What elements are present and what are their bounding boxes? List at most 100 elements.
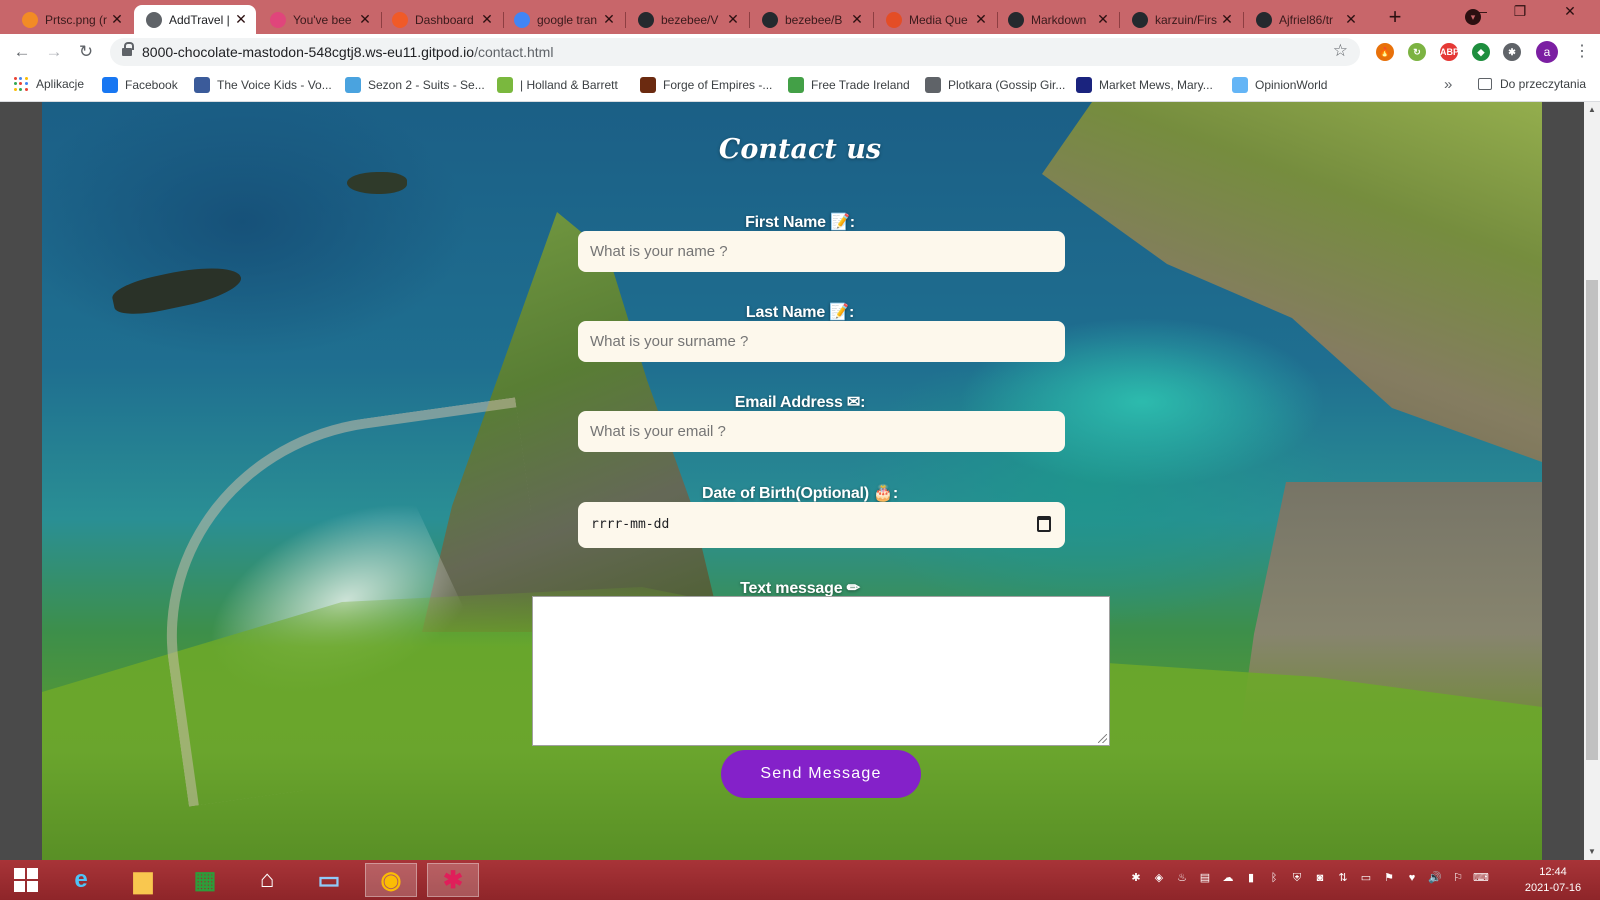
heart-tray-icon[interactable]: ♥	[1404, 870, 1420, 886]
taskbar-clock[interactable]: 12:44 2021-07-16	[1516, 864, 1590, 896]
bookmark-favicon-icon	[102, 77, 118, 93]
language-tray-icon[interactable]: ⌨	[1473, 870, 1489, 886]
tab-close-icon[interactable]: ✕	[1344, 11, 1358, 28]
bookmark-item[interactable]: Plotkara (Gossip Gir...	[925, 77, 1065, 93]
tab-close-icon[interactable]: ✕	[850, 11, 864, 28]
page-scrollbar[interactable]: ▲ ▼	[1584, 102, 1600, 860]
browser-tab[interactable]: google tran ✕	[502, 5, 624, 34]
tab-close-icon[interactable]: ✕	[358, 11, 372, 28]
tab-close-icon[interactable]: ✕	[974, 11, 988, 28]
first-name-input[interactable]	[578, 231, 1065, 272]
bookmark-label: Market Mews, Mary...	[1099, 78, 1213, 92]
chrome-taskbar-button[interactable]: ◉	[365, 863, 417, 897]
email-label: Email Address ✉:	[734, 394, 866, 411]
adblock-extension-icon[interactable]: ABP	[1440, 43, 1459, 61]
tab-close-icon[interactable]: ✕	[110, 11, 124, 28]
calendar-icon[interactable]	[1037, 516, 1051, 532]
bookmark-favicon-icon	[788, 77, 804, 93]
tab-close-icon[interactable]: ✕	[602, 11, 616, 28]
address-bar[interactable]: 8000-chocolate-mastodon-548cgtj8.ws-eu11…	[110, 38, 1360, 66]
browser-tab[interactable]: Dashboard ✕	[380, 5, 502, 34]
fire-extension-icon[interactable]: 🔥	[1376, 43, 1394, 61]
browser-tab[interactable]: Markdown ✕	[996, 5, 1118, 34]
minimize-button[interactable]: —	[1465, 3, 1495, 19]
dob-date-input[interactable]: rrrr-mm-dd	[578, 502, 1065, 548]
tab-close-icon[interactable]: ✕	[1220, 11, 1234, 28]
reload-icon[interactable]: ↻	[75, 41, 97, 63]
slack-tray-icon[interactable]: ✱	[1128, 870, 1144, 886]
store-taskbar-button[interactable]: ▦	[179, 863, 231, 897]
browser-tab[interactable]: AddTravel | ✕	[134, 5, 256, 34]
browser-tab[interactable]: karzuin/Firs ✕	[1120, 5, 1242, 34]
bookmark-item[interactable]: Facebook	[102, 77, 178, 93]
slack-taskbar-button[interactable]: ✱	[427, 863, 479, 897]
monitor-taskbar-button[interactable]: ▭	[303, 863, 355, 897]
apps-shortcut[interactable]: Aplikacje	[14, 77, 84, 91]
puzzle-extension-icon[interactable]: ✱	[1503, 43, 1521, 61]
reading-list-button[interactable]: Do przeczytania	[1478, 77, 1586, 91]
action-center-icon[interactable]: ⚐	[1450, 870, 1466, 886]
profile-avatar[interactable]: a	[1536, 41, 1558, 63]
browser-tab[interactable]: Ajfriel86/tr ✕	[1244, 5, 1366, 34]
tab-close-icon[interactable]: ✕	[234, 11, 248, 28]
back-arrow-icon[interactable]: ←	[11, 41, 33, 63]
home-icon: ⌂	[259, 866, 275, 893]
scroll-up-arrow-icon[interactable]: ▲	[1584, 102, 1600, 118]
shield-tray-icon[interactable]: ◈	[1151, 870, 1167, 886]
bookmark-item[interactable]: The Voice Kids - Vo...	[194, 77, 332, 93]
flag-tray-icon[interactable]: ⚑	[1381, 870, 1397, 886]
bookmark-star-icon[interactable]: ☆	[1333, 41, 1348, 61]
lock-icon[interactable]	[122, 42, 134, 57]
signal-tray-icon[interactable]: ▮	[1243, 870, 1259, 886]
network-tray-icon[interactable]: ⇅	[1335, 870, 1351, 886]
cloud-tray-icon[interactable]: ☁	[1220, 870, 1236, 886]
tab-favicon-icon	[22, 11, 38, 28]
url-text[interactable]: 8000-chocolate-mastodon-548cgtj8.ws-eu11…	[142, 44, 553, 60]
bookmark-item[interactable]: Free Trade Ireland	[788, 77, 910, 93]
bookmark-item[interactable]: OpinionWorld	[1232, 77, 1327, 93]
security-tray-icon[interactable]: ⛨	[1289, 870, 1305, 886]
file-explorer-taskbar-button[interactable]: ▆	[117, 863, 169, 897]
loop-extension-icon[interactable]: ↻	[1408, 43, 1426, 61]
scroll-down-arrow-icon[interactable]: ▼	[1584, 844, 1600, 860]
bookmark-item[interactable]: Market Mews, Mary...	[1076, 77, 1213, 93]
browser-tab[interactable]: Media Que ✕	[874, 5, 996, 34]
browser-tab[interactable]: bezebee/V ✕	[626, 5, 748, 34]
bookmark-item[interactable]: | Holland & Barrett	[497, 77, 618, 93]
restore-button[interactable]: ❐	[1505, 3, 1535, 20]
last-name-input[interactable]	[578, 321, 1065, 362]
tab-close-icon[interactable]: ✕	[726, 11, 740, 28]
tab-close-icon[interactable]: ✕	[1096, 11, 1110, 28]
home-taskbar-button[interactable]: ⌂	[241, 863, 293, 897]
browser-tab[interactable]: Prtsc.png (r ✕	[10, 5, 132, 34]
forward-arrow-icon[interactable]: →	[43, 41, 65, 63]
message-textarea[interactable]	[532, 596, 1110, 746]
battery-tray-icon[interactable]: ▭	[1358, 870, 1374, 886]
tab-favicon-icon	[392, 11, 408, 28]
resize-grip-icon[interactable]	[1098, 734, 1107, 743]
tab-favicon-icon	[514, 11, 530, 28]
scrollbar-thumb[interactable]	[1586, 280, 1598, 760]
bookmark-item[interactable]: Sezon 2 - Suits - Se...	[345, 77, 485, 93]
start-button[interactable]	[0, 863, 52, 897]
bookmark-item[interactable]: Forge of Empires -...	[640, 77, 772, 93]
internet-explorer-taskbar-button[interactable]: e	[55, 863, 107, 897]
flame-tray-icon[interactable]: ♨	[1174, 870, 1190, 886]
browser-tab[interactable]: bezebee/B ✕	[750, 5, 872, 34]
shield-extension-icon[interactable]: ◆	[1472, 43, 1490, 61]
new-tab-button[interactable]: +	[1383, 6, 1407, 30]
send-message-button[interactable]: Send Message	[721, 750, 921, 798]
tab-close-icon[interactable]: ✕	[480, 11, 494, 28]
last-name-label: Last Name 📝:	[745, 304, 855, 321]
more-bookmarks-chevron[interactable]: »	[1444, 76, 1452, 93]
bluetooth-tray-icon[interactable]: ᛒ	[1266, 870, 1282, 886]
volume-tray-icon[interactable]: 🔊	[1427, 870, 1443, 886]
contact-title: Contact us	[718, 134, 882, 165]
notes-tray-icon[interactable]: ▤	[1197, 870, 1213, 886]
browser-tab[interactable]: You've bee ✕	[258, 5, 380, 34]
camera-tray-icon[interactable]: ◙	[1312, 870, 1328, 886]
email-input[interactable]	[578, 411, 1065, 452]
close-window-button[interactable]: ✕	[1555, 3, 1585, 20]
chrome-menu-icon[interactable]: ⋮	[1574, 41, 1590, 61]
bookmark-label: Forge of Empires -...	[663, 78, 773, 92]
